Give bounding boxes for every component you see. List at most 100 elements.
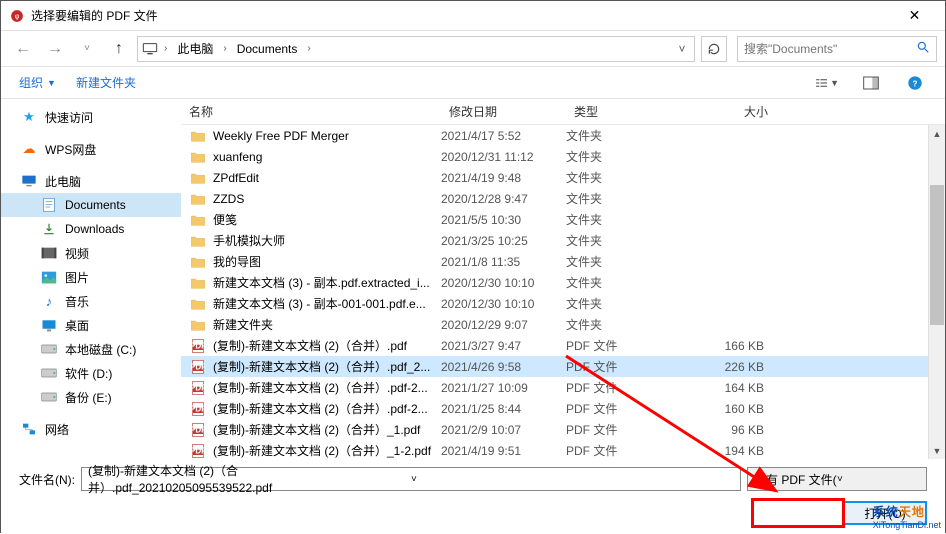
filetype-filter[interactable]: 所有 PDF 文件(*.pdf, *.pdt) ˅ <box>747 467 927 491</box>
sidebar-video[interactable]: 视频 <box>1 241 181 265</box>
sidebar-drive-e[interactable]: 备份 (E:) <box>1 385 181 409</box>
file-row[interactable]: ZPdfEdit2021/4/19 9:48文件夹 <box>181 167 945 188</box>
file-name: 新建文本文档 (3) - 副本.pdf.extracted_i... <box>213 274 441 291</box>
file-row[interactable]: PDF(复制)-新建文本文档 (2)（合并）_1.pdf2021/2/9 10:… <box>181 419 945 440</box>
dropdown-icon[interactable]: ˅ <box>837 474 920 485</box>
file-row[interactable]: PDF(复制)-新建文本文档 (2)（合并）.pdf_2...2021/4/26… <box>181 356 945 377</box>
file-type: PDF 文件 <box>566 379 676 396</box>
col-date[interactable]: 修改日期 <box>441 103 566 120</box>
search-input[interactable] <box>744 42 916 56</box>
sidebar: ★快速访问 ☁WPS网盘 此电脑 Documents Downloads 视频 … <box>1 99 181 459</box>
file-type: 文件夹 <box>566 316 676 333</box>
file-size: 164 KB <box>676 381 776 395</box>
file-name: 新建文本文档 (3) - 副本-001-001.pdf.e... <box>213 295 441 312</box>
sidebar-quick-access[interactable]: ★快速访问 <box>1 105 181 129</box>
address-dropdown[interactable]: ˅ <box>672 42 692 56</box>
file-date: 2020/12/29 9:07 <box>441 318 566 332</box>
file-size: 166 KB <box>676 339 776 353</box>
file-row[interactable]: xuanfeng2020/12/31 11:12文件夹 <box>181 146 945 167</box>
col-size[interactable]: 大小 <box>676 103 776 120</box>
file-type: 文件夹 <box>566 253 676 270</box>
file-type: 文件夹 <box>566 127 676 144</box>
desktop-icon <box>41 317 57 333</box>
navbar: ← → ˅ ↑ › 此电脑 › Documents › ˅ <box>1 31 945 67</box>
file-date: 2021/1/25 8:44 <box>441 402 566 416</box>
pdf-icon: PDF <box>189 401 207 417</box>
close-button[interactable]: ✕ <box>892 1 937 31</box>
file-row[interactable]: 新建文件夹2020/12/29 9:07文件夹 <box>181 314 945 335</box>
scroll-down-icon[interactable]: ▼ <box>929 442 945 459</box>
sidebar-this-pc[interactable]: 此电脑 <box>1 169 181 193</box>
svg-text:PDF: PDF <box>191 341 205 350</box>
view-options-button[interactable]: ▼ <box>815 71 839 95</box>
star-icon: ★ <box>21 109 37 125</box>
file-type: PDF 文件 <box>566 421 676 438</box>
crumb-root[interactable]: 此电脑 <box>171 38 219 59</box>
back-button[interactable]: ← <box>9 35 37 63</box>
file-row[interactable]: PDF(复制)-新建文本文档 (2)（合并）.pdf2021/3/27 9:47… <box>181 335 945 356</box>
file-name: 手机模拟大师 <box>213 232 441 249</box>
col-name[interactable]: 名称 <box>181 103 441 120</box>
file-date: 2020/12/30 10:10 <box>441 276 566 290</box>
sidebar-pictures[interactable]: 图片 <box>1 265 181 289</box>
file-type: 文件夹 <box>566 211 676 228</box>
address-bar[interactable]: › 此电脑 › Documents › ˅ <box>137 36 695 62</box>
scroll-thumb[interactable] <box>930 185 944 325</box>
file-name: (复制)-新建文本文档 (2)（合并）_1.pdf <box>213 421 441 438</box>
filename-field[interactable]: (复制)-新建文本文档 (2)（合并）.pdf_2021020509553952… <box>81 467 741 491</box>
file-row[interactable]: PDF(复制)-新建文本文档 (2)（合并）.pdf-2...2021/1/25… <box>181 398 945 419</box>
file-row[interactable]: 手机模拟大师2021/3/25 10:25文件夹 <box>181 230 945 251</box>
cloud-icon: ☁ <box>21 141 37 157</box>
refresh-button[interactable] <box>701 36 727 62</box>
sidebar-desktop[interactable]: 桌面 <box>1 313 181 337</box>
toolbar: 组织▼ 新建文件夹 ▼ ? <box>1 67 945 99</box>
file-row[interactable]: 便笺2021/5/5 10:30文件夹 <box>181 209 945 230</box>
folder-icon <box>189 275 207 291</box>
organize-menu[interactable]: 组织▼ <box>19 74 56 91</box>
file-row[interactable]: ZZDS2020/12/28 9:47文件夹 <box>181 188 945 209</box>
file-date: 2021/2/9 10:07 <box>441 423 566 437</box>
folder-icon <box>189 254 207 270</box>
preview-pane-button[interactable] <box>859 71 883 95</box>
file-row[interactable]: PDF(复制)-新建文本文档 (2)（合并）_1-2.pdf2021/4/19 … <box>181 440 945 459</box>
sidebar-music[interactable]: ♪音乐 <box>1 289 181 313</box>
file-date: 2021/5/5 10:30 <box>441 213 566 227</box>
forward-button[interactable]: → <box>41 35 69 63</box>
new-folder-button[interactable]: 新建文件夹 <box>76 74 136 91</box>
col-type[interactable]: 类型 <box>566 103 676 120</box>
sidebar-drive-d[interactable]: 软件 (D:) <box>1 361 181 385</box>
file-row[interactable]: 新建文本文档 (3) - 副本-001-001.pdf.e...2020/12/… <box>181 293 945 314</box>
document-icon <box>41 197 57 213</box>
up-button[interactable]: ↑ <box>105 35 133 63</box>
search-box[interactable] <box>737 36 937 62</box>
scroll-up-icon[interactable]: ▲ <box>929 125 945 142</box>
file-type: 文件夹 <box>566 295 676 312</box>
file-row[interactable]: 我的导图2021/1/8 11:35文件夹 <box>181 251 945 272</box>
chevron-right-icon[interactable]: › <box>219 43 230 54</box>
filename-value: (复制)-新建文本文档 (2)（合并）.pdf_2021020509553952… <box>88 462 411 496</box>
crumb-folder[interactable]: Documents <box>231 40 304 58</box>
picture-icon <box>41 269 57 285</box>
file-row[interactable]: 新建文本文档 (3) - 副本.pdf.extracted_i...2020/1… <box>181 272 945 293</box>
sidebar-drive-c[interactable]: 本地磁盘 (C:) <box>1 337 181 361</box>
search-icon[interactable] <box>916 40 930 57</box>
dropdown-icon[interactable]: ˅ <box>411 474 734 485</box>
bottom-panel: 文件名(N): (复制)-新建文本文档 (2)（合并）.pdf_20210205… <box>1 459 945 534</box>
recent-dropdown[interactable]: ˅ <box>73 35 101 63</box>
file-row[interactable]: Weekly Free PDF Merger2021/4/17 5:52文件夹 <box>181 125 945 146</box>
file-row[interactable]: PDF(复制)-新建文本文档 (2)（合并）.pdf-2...2021/1/27… <box>181 377 945 398</box>
pdf-icon: PDF <box>189 359 207 375</box>
folder-icon <box>189 296 207 312</box>
sidebar-documents[interactable]: Documents <box>1 193 181 217</box>
sidebar-network[interactable]: 网络 <box>1 417 181 441</box>
help-button[interactable]: ? <box>903 71 927 95</box>
vertical-scrollbar[interactable]: ▲ ▼ <box>928 125 945 459</box>
column-headers: 名称 修改日期 类型 大小 <box>181 99 945 125</box>
file-size: 96 KB <box>676 423 776 437</box>
sidebar-wps[interactable]: ☁WPS网盘 <box>1 137 181 161</box>
sidebar-downloads[interactable]: Downloads <box>1 217 181 241</box>
chevron-right-icon[interactable]: › <box>160 43 171 54</box>
file-name: 新建文件夹 <box>213 316 441 333</box>
chevron-right-icon[interactable]: › <box>303 43 314 54</box>
folder-icon <box>189 170 207 186</box>
